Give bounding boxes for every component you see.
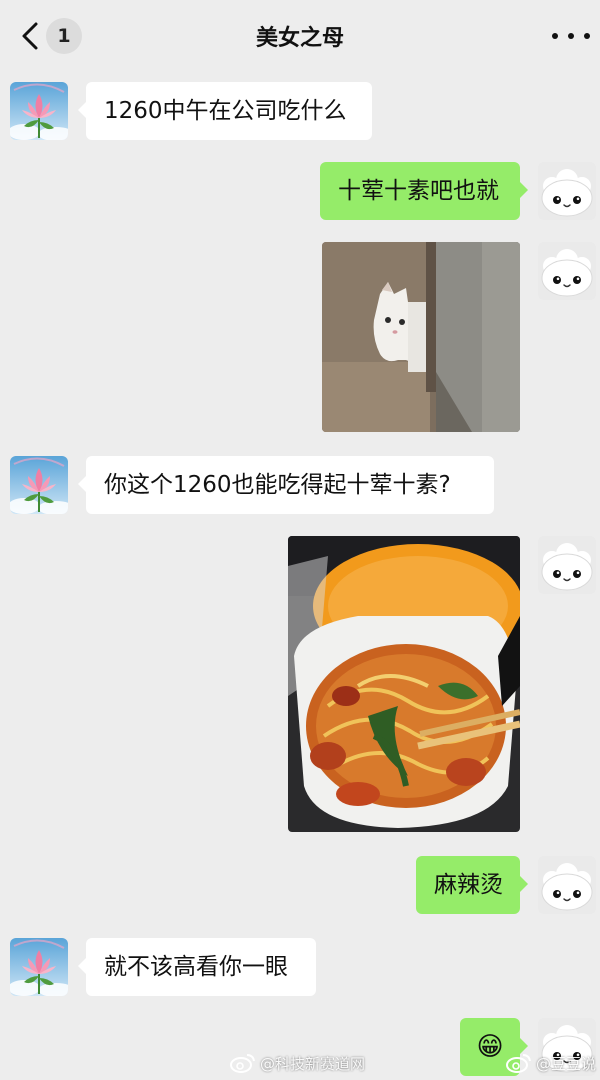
message-bubble-incoming[interactable]: 就不该高看你一眼 xyxy=(78,938,316,996)
more-dot-icon xyxy=(568,33,574,39)
mochi-avatar-icon xyxy=(538,162,596,220)
mochi-avatar-icon xyxy=(538,242,596,300)
contact-avatar[interactable] xyxy=(10,938,68,996)
more-dot-icon xyxy=(552,33,558,39)
lotus-avatar-icon xyxy=(10,456,68,514)
message-bubble-incoming[interactable]: 你这个1260也能吃得起十荤十素? xyxy=(78,456,494,514)
chat-header: 1 美女之母 xyxy=(0,0,600,70)
cat-photo-icon xyxy=(322,242,520,432)
watermark-right: @豆豆说 xyxy=(506,1050,596,1076)
more-options-button[interactable] xyxy=(552,22,590,50)
mochi-avatar-icon xyxy=(538,856,596,914)
unread-count-badge: 1 xyxy=(46,18,82,54)
my-avatar[interactable] xyxy=(538,536,596,594)
message-bubble-incoming[interactable]: 1260中午在公司吃什么 xyxy=(78,82,372,140)
lotus-avatar-icon xyxy=(10,938,68,996)
contact-avatar[interactable] xyxy=(10,456,68,514)
back-button[interactable]: 1 xyxy=(16,16,82,56)
more-dot-icon xyxy=(584,33,590,39)
noodle-bowl-photo-icon xyxy=(288,536,520,832)
message-bubble-outgoing[interactable]: 麻辣烫 xyxy=(416,856,528,914)
image-message-spicy-noodles[interactable] xyxy=(288,536,520,832)
watermark-left: @科技新赛道网 xyxy=(230,1050,365,1076)
lotus-avatar-icon xyxy=(10,82,68,140)
contact-avatar[interactable] xyxy=(10,82,68,140)
chat-title: 美女之母 xyxy=(255,26,344,51)
weibo-logo-icon xyxy=(506,1054,531,1073)
watermark-left-text: @科技新赛道网 xyxy=(260,1054,366,1073)
grin-emoji-icon: 😁 xyxy=(476,1032,504,1062)
message-bubble-outgoing[interactable]: 十荤十素吧也就 xyxy=(320,162,528,220)
my-avatar[interactable] xyxy=(538,242,596,300)
my-avatar[interactable] xyxy=(538,856,596,914)
weibo-logo-icon xyxy=(230,1054,255,1073)
my-avatar[interactable] xyxy=(538,162,596,220)
chevron-left-icon xyxy=(22,22,38,50)
image-message-cat-peeking[interactable] xyxy=(322,242,520,432)
mochi-avatar-icon xyxy=(538,536,596,594)
watermark-right-text: @豆豆说 xyxy=(536,1054,597,1073)
